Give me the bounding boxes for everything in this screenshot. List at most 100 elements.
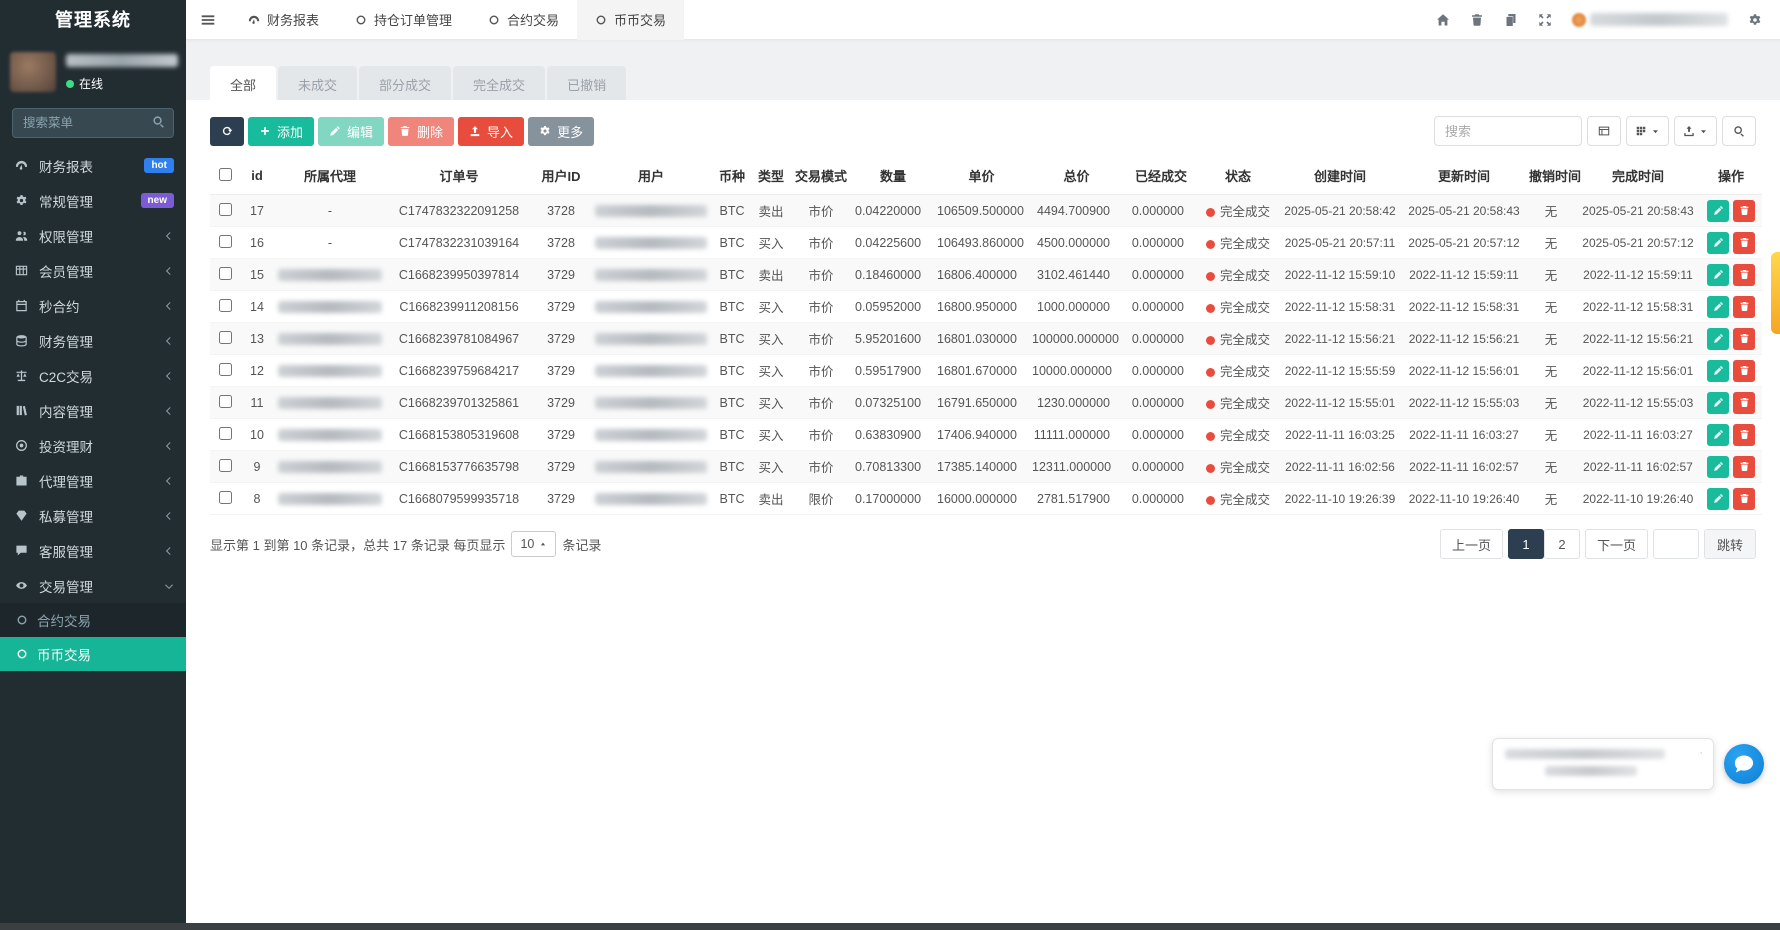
- chat-bubble-icon: [1733, 753, 1755, 775]
- row-delete-button[interactable]: [1733, 360, 1755, 382]
- copy-icon[interactable]: [1504, 13, 1518, 27]
- row-checkbox[interactable]: [219, 427, 232, 440]
- sidebar-item-C2C交易[interactable]: C2C交易: [0, 358, 186, 393]
- cell-user: [590, 451, 712, 483]
- row-delete-button[interactable]: [1733, 232, 1755, 254]
- row-edit-button[interactable]: [1707, 488, 1729, 510]
- cell-total: 2781.517900: [1029, 483, 1124, 515]
- page-button-1[interactable]: 1: [1508, 529, 1544, 559]
- tab-财务报表[interactable]: 财务报表: [230, 0, 337, 40]
- sidebar-search-input[interactable]: [12, 108, 174, 138]
- detail-view-button[interactable]: [1587, 116, 1621, 146]
- row-edit-button[interactable]: [1707, 456, 1729, 478]
- status-dot: [1206, 464, 1215, 473]
- page-button-2[interactable]: 2: [1544, 529, 1580, 559]
- row-select-cell: [210, 323, 240, 355]
- tab-合约交易[interactable]: 合约交易: [470, 0, 577, 40]
- cell-created: 2022-11-12 15:56:21: [1278, 323, 1402, 355]
- column-header-币种: 币种: [712, 160, 752, 195]
- sidebar-item-私募管理[interactable]: 私募管理: [0, 498, 186, 533]
- row-checkbox[interactable]: [219, 363, 232, 376]
- side-scroll-handle[interactable]: [1771, 252, 1780, 334]
- filter-tab-全部[interactable]: 全部: [210, 66, 276, 100]
- row-delete-button[interactable]: [1733, 328, 1755, 350]
- row-edit-button[interactable]: [1707, 392, 1729, 414]
- refresh-button[interactable]: [210, 117, 244, 146]
- filter-tab-已撤销[interactable]: 已撤销: [547, 66, 626, 100]
- filter-tab-未成交[interactable]: 未成交: [278, 66, 357, 100]
- row-delete-button[interactable]: [1733, 424, 1755, 446]
- row-checkbox[interactable]: [219, 235, 232, 248]
- row-edit-button[interactable]: [1707, 264, 1729, 286]
- status-dot: [1206, 368, 1215, 377]
- table-search-input[interactable]: [1434, 116, 1582, 146]
- row-delete-button[interactable]: [1733, 296, 1755, 318]
- settings-gear-icon[interactable]: [1748, 13, 1762, 27]
- row-edit-button[interactable]: [1707, 424, 1729, 446]
- delete-button[interactable]: 删除: [388, 117, 454, 146]
- sidebar-item-交易管理[interactable]: 交易管理: [0, 568, 186, 603]
- select-all-checkbox[interactable]: [219, 168, 232, 181]
- more-button[interactable]: 更多: [528, 117, 594, 146]
- sidebar-item-代理管理[interactable]: 代理管理: [0, 463, 186, 498]
- filter-tab-部分成交[interactable]: 部分成交: [359, 66, 451, 100]
- row-edit-button[interactable]: [1707, 296, 1729, 318]
- row-delete-button[interactable]: [1733, 456, 1755, 478]
- row-checkbox[interactable]: [219, 395, 232, 408]
- sidebar-subitem-label: 合约交易: [37, 610, 91, 630]
- add-button[interactable]: 添加: [248, 117, 314, 146]
- columns-button[interactable]: [1626, 116, 1669, 146]
- chat-launcher-button[interactable]: [1724, 744, 1764, 784]
- row-checkbox[interactable]: [219, 331, 232, 344]
- chat-preview-card[interactable]: ·: [1492, 738, 1714, 790]
- jump-button[interactable]: 跳转: [1704, 529, 1756, 559]
- row-edit-button[interactable]: [1707, 360, 1729, 382]
- tab-币币交易[interactable]: 币币交易: [577, 0, 684, 40]
- row-delete-button[interactable]: [1733, 392, 1755, 414]
- row-edit-button[interactable]: [1707, 200, 1729, 222]
- sidebar-item-秒合约[interactable]: 秒合约: [0, 288, 186, 323]
- trash-icon[interactable]: [1470, 13, 1484, 27]
- status-label: 完全成交: [1220, 365, 1270, 379]
- sidebar-item-内容管理[interactable]: 内容管理: [0, 393, 186, 428]
- import-button[interactable]: 导入: [458, 117, 524, 146]
- row-edit-button[interactable]: [1707, 232, 1729, 254]
- row-checkbox[interactable]: [219, 299, 232, 312]
- sidebar-item-客服管理[interactable]: 客服管理: [0, 533, 186, 568]
- sidebar-subitem-币币交易[interactable]: 币币交易: [0, 637, 186, 671]
- topbar-user-menu[interactable]: [1572, 13, 1728, 27]
- row-checkbox[interactable]: [219, 459, 232, 472]
- row-delete-button[interactable]: [1733, 264, 1755, 286]
- next-page-button[interactable]: 下一页: [1585, 529, 1648, 559]
- cell-cancelled: 无: [1526, 451, 1576, 483]
- page-size-select[interactable]: 10: [511, 531, 556, 557]
- cell-price: 16791.650000: [934, 387, 1029, 419]
- edit-button[interactable]: 编辑: [318, 117, 384, 146]
- home-icon[interactable]: [1436, 13, 1450, 27]
- row-checkbox[interactable]: [219, 267, 232, 280]
- column-header-类型: 类型: [752, 160, 790, 195]
- row-edit-button[interactable]: [1707, 328, 1729, 350]
- jump-page-input[interactable]: [1653, 529, 1699, 559]
- row-checkbox[interactable]: [219, 491, 232, 504]
- chevron-left-icon: [164, 476, 174, 486]
- sidebar-item-常规管理[interactable]: 常规管理new: [0, 183, 186, 218]
- sidebar-toggle-button[interactable]: [186, 0, 230, 40]
- sidebar-item-投资理财[interactable]: 投资理财: [0, 428, 186, 463]
- sidebar-item-财务报表[interactable]: 财务报表hot: [0, 148, 186, 183]
- export-button[interactable]: [1674, 116, 1717, 146]
- sidebar-item-权限管理[interactable]: 权限管理: [0, 218, 186, 253]
- cell-qty: 0.70813300: [852, 451, 934, 483]
- row-checkbox[interactable]: [219, 203, 232, 216]
- sidebar-item-会员管理[interactable]: 会员管理: [0, 253, 186, 288]
- sidebar-subitem-合约交易[interactable]: 合约交易: [0, 603, 186, 637]
- tab-持仓订单管理[interactable]: 持仓订单管理: [337, 0, 470, 40]
- row-delete-button[interactable]: [1733, 200, 1755, 222]
- row-delete-button[interactable]: [1733, 488, 1755, 510]
- sidebar-item-财务管理[interactable]: 财务管理: [0, 323, 186, 358]
- search-button[interactable]: [1722, 116, 1756, 146]
- cell-updated: 2022-11-12 15:58:31: [1402, 291, 1526, 323]
- filter-tab-完全成交[interactable]: 完全成交: [453, 66, 545, 100]
- fullscreen-icon[interactable]: [1538, 13, 1552, 27]
- prev-page-button[interactable]: 上一页: [1440, 529, 1503, 559]
